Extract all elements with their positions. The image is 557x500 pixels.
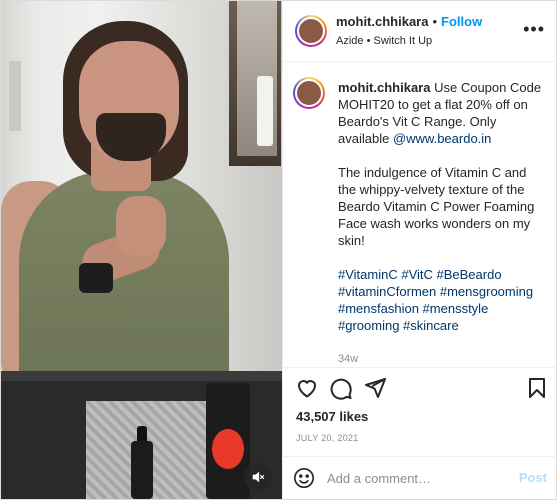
smiley-icon xyxy=(294,468,314,488)
comment-button[interactable] xyxy=(329,376,353,400)
caption-avatar[interactable] xyxy=(293,77,325,109)
beard xyxy=(96,113,166,161)
caption-link[interactable]: @www.beardo.in xyxy=(393,131,491,146)
separator-dot: • xyxy=(432,14,438,29)
caption-username[interactable]: mohit.chhikara xyxy=(338,80,430,95)
post-header: mohit.chhikara • Follow Azide • Switch It … xyxy=(283,1,557,62)
username-link[interactable]: mohit.chhikara xyxy=(336,14,428,29)
serum-bottle xyxy=(131,441,153,499)
face-wash-bottle xyxy=(206,383,250,499)
send-icon xyxy=(365,378,386,398)
follow-button[interactable]: Follow xyxy=(441,14,482,29)
comment-icon xyxy=(330,378,352,400)
caption-body-2: The indulgence of Vitamin C and the whip… xyxy=(338,165,535,248)
save-button[interactable] xyxy=(525,376,549,400)
more-options-button[interactable]: ••• xyxy=(523,19,545,40)
more-horizontal-icon: ••• xyxy=(523,19,545,39)
hand xyxy=(116,196,166,256)
post-video[interactable] xyxy=(1,1,282,499)
emoji-button[interactable] xyxy=(293,467,315,489)
caption-time: 34w xyxy=(338,353,359,365)
speaker-muted-icon xyxy=(252,471,265,483)
like-button[interactable] xyxy=(295,376,319,400)
bookmark-icon xyxy=(529,378,545,398)
caption-hashtags[interactable]: #VitaminC #VitC #BeBeardo #vitaminCforme… xyxy=(338,266,548,334)
share-button[interactable] xyxy=(363,376,387,400)
audio-link[interactable]: Azide • Switch It Up xyxy=(336,35,432,47)
comment-input[interactable] xyxy=(327,468,507,488)
avatar[interactable] xyxy=(295,15,327,47)
caption-area: mohit.chhikara Use Coupon Code MOHIT20 t… xyxy=(283,61,557,367)
shelf-bottle xyxy=(257,76,273,146)
caption-text: mohit.chhikara Use Coupon Code MOHIT20 t… xyxy=(338,79,548,368)
post-dialog: mohit.chhikara • Follow Azide • Switch It … xyxy=(0,0,557,500)
post-sidebar: mohit.chhikara • Follow Azide • Switch It … xyxy=(282,1,557,499)
action-bar xyxy=(283,367,557,408)
post-comment-button[interactable]: Post xyxy=(519,470,547,485)
likes-count[interactable]: 43,507 likes xyxy=(296,409,368,424)
heart-icon xyxy=(297,380,317,398)
smartwatch xyxy=(79,263,113,293)
product-label xyxy=(212,429,244,469)
header-username-row: mohit.chhikara • Follow xyxy=(336,14,482,29)
post-date[interactable]: JULY 20, 2021 xyxy=(296,433,359,443)
mute-button[interactable] xyxy=(244,463,272,491)
comment-bar: Post xyxy=(283,456,557,499)
